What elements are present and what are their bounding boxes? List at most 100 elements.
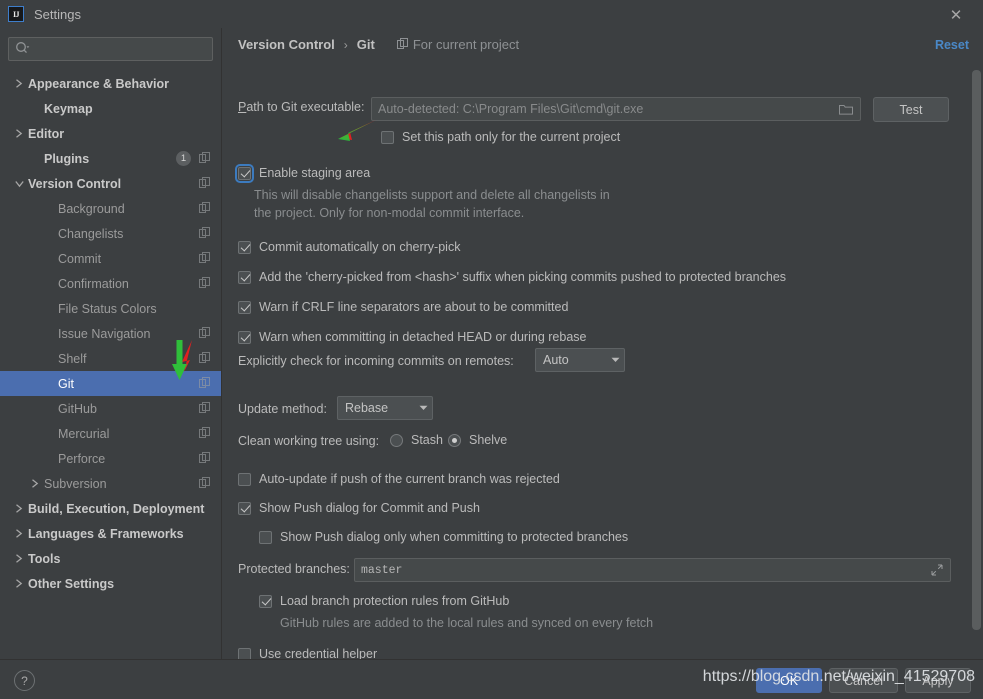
copy-settings-icon[interactable]: [199, 477, 210, 491]
copy-settings-icon[interactable]: [199, 377, 210, 391]
credential-helper-checkbox-row[interactable]: Use credential helper: [238, 647, 377, 659]
sidebar-item-background[interactable]: Background: [0, 196, 221, 221]
copy-settings-icon[interactable]: [199, 152, 210, 166]
enable-staging-area-checkbox-row[interactable]: Enable staging area: [238, 166, 370, 180]
sidebar-item-perforce[interactable]: Perforce: [0, 446, 221, 471]
show-push-protected-label: Show Push dialog only when committing to…: [280, 530, 628, 544]
apply-button[interactable]: Apply: [905, 668, 971, 693]
sidebar-item-github[interactable]: GitHub: [0, 396, 221, 421]
sidebar-item-editor[interactable]: Editor: [0, 121, 221, 146]
settings-tree: Appearance & BehaviorKeymapEditorPlugins…: [0, 67, 221, 596]
chevron-right-icon[interactable]: [12, 79, 26, 88]
git-option-checkbox-row-2[interactable]: Warn if CRLF line separators are about t…: [238, 300, 568, 314]
chevron-right-icon[interactable]: [12, 579, 26, 588]
chevron-right-icon[interactable]: [28, 479, 42, 488]
reset-link[interactable]: Reset: [935, 38, 969, 52]
sidebar-item-tools[interactable]: Tools: [0, 546, 221, 571]
sidebar-item-issue-navigation[interactable]: Issue Navigation: [0, 321, 221, 346]
copy-settings-icon[interactable]: [199, 202, 210, 216]
folder-browse-icon[interactable]: [839, 103, 853, 118]
git-option-checkbox-row-3[interactable]: Warn when committing in detached HEAD or…: [238, 330, 586, 344]
search-input[interactable]: [33, 41, 203, 57]
shelve-radio[interactable]: [448, 434, 461, 447]
load-branch-rules-checkbox-row[interactable]: Load branch protection rules from GitHub: [259, 594, 509, 608]
help-button[interactable]: ?: [14, 670, 35, 691]
credential-helper-checkbox[interactable]: [238, 648, 251, 660]
sidebar-item-plugins[interactable]: Plugins1: [0, 146, 221, 171]
update-method-select[interactable]: Rebase: [337, 396, 433, 420]
sidebar-item-changelists[interactable]: Changelists: [0, 221, 221, 246]
git-option-checkbox-3[interactable]: [238, 331, 251, 344]
copy-settings-icon[interactable]: [199, 277, 210, 291]
copy-settings-icon[interactable]: [199, 327, 210, 341]
intellij-logo-icon: IJ: [8, 6, 24, 22]
stash-label: Stash: [411, 433, 443, 447]
breadcrumb-parent[interactable]: Version Control: [238, 37, 335, 52]
protected-branches-field[interactable]: master: [354, 558, 951, 582]
enable-staging-area-checkbox[interactable]: [238, 167, 251, 180]
title-bar: IJ Settings ✕: [0, 0, 983, 28]
sidebar-item-confirmation[interactable]: Confirmation: [0, 271, 221, 296]
test-button[interactable]: Test: [873, 97, 949, 122]
chevron-right-icon[interactable]: [12, 554, 26, 563]
plugin-update-badge: 1: [176, 151, 191, 166]
sidebar-item-other-settings[interactable]: Other Settings: [0, 571, 221, 596]
auto-update-checkbox[interactable]: [238, 473, 251, 486]
git-option-checkbox-2[interactable]: [238, 301, 251, 314]
chevron-right-icon[interactable]: [12, 529, 26, 538]
copy-settings-icon[interactable]: [199, 352, 210, 366]
clean-tree-option-shelve[interactable]: Shelve: [448, 433, 507, 447]
sidebar-item-label: Mercurial: [58, 427, 109, 441]
main-scrollbar-thumb[interactable]: [972, 70, 981, 630]
sidebar-item-git[interactable]: Git: [0, 371, 221, 396]
sidebar-item-build-execution-deployment[interactable]: Build, Execution, Deployment: [0, 496, 221, 521]
incoming-commits-value: Auto: [543, 353, 606, 367]
sidebar-item-mercurial[interactable]: Mercurial: [0, 421, 221, 446]
sidebar-item-subversion[interactable]: Subversion: [0, 471, 221, 496]
show-push-dialog-checkbox-row[interactable]: Show Push dialog for Commit and Push: [238, 501, 480, 515]
git-option-checkbox-row-0[interactable]: Commit automatically on cherry-pick: [238, 240, 460, 254]
sidebar-item-shelf[interactable]: Shelf: [0, 346, 221, 371]
show-push-dialog-checkbox[interactable]: [238, 502, 251, 515]
git-option-checkbox-1[interactable]: [238, 271, 251, 284]
chevron-right-icon[interactable]: [12, 129, 26, 138]
expand-editor-icon[interactable]: [931, 564, 943, 579]
show-push-protected-checkbox[interactable]: [259, 531, 272, 544]
chevron-down-icon: [414, 405, 432, 411]
clean-tree-option-stash[interactable]: Stash: [390, 433, 443, 447]
copy-settings-icon[interactable]: [199, 227, 210, 241]
chevron-right-icon[interactable]: [12, 504, 26, 513]
copy-settings-icon[interactable]: [199, 402, 210, 416]
update-method-label: Update method:: [238, 402, 327, 416]
copy-settings-icon[interactable]: [199, 252, 210, 266]
sidebar-item-file-status-colors[interactable]: File Status Colors: [0, 296, 221, 321]
copy-settings-icon[interactable]: [199, 452, 210, 466]
cancel-button[interactable]: Cancel: [829, 668, 898, 693]
sidebar-item-commit[interactable]: Commit: [0, 246, 221, 271]
main-scrollbar[interactable]: [972, 70, 981, 645]
git-option-checkbox-row-1[interactable]: Add the 'cherry-picked from <hash>' suff…: [238, 270, 786, 284]
auto-update-checkbox-row[interactable]: Auto-update if push of the current branc…: [238, 472, 560, 486]
stash-radio[interactable]: [390, 434, 403, 447]
copy-settings-icon[interactable]: [199, 177, 210, 191]
git-path-field[interactable]: Auto-detected: C:\Program Files\Git\cmd\…: [371, 97, 861, 121]
chevron-down-icon[interactable]: [12, 180, 26, 188]
close-icon[interactable]: ✕: [947, 6, 965, 24]
set-path-only-checkbox[interactable]: [381, 131, 394, 144]
sidebar-item-label: Perforce: [58, 452, 105, 466]
git-path-placeholder: Auto-detected: C:\Program Files\Git\cmd\…: [378, 102, 643, 116]
sidebar-item-keymap[interactable]: Keymap: [0, 96, 221, 121]
incoming-commits-select[interactable]: Auto: [535, 348, 625, 372]
copy-settings-icon[interactable]: [199, 427, 210, 441]
sidebar-item-appearance-behavior[interactable]: Appearance & Behavior: [0, 71, 221, 96]
load-branch-rules-checkbox[interactable]: [259, 595, 272, 608]
git-option-checkbox-0[interactable]: [238, 241, 251, 254]
set-path-only-checkbox-row[interactable]: Set this path only for the current proje…: [381, 130, 620, 144]
search-box[interactable]: [8, 37, 213, 61]
shelve-label: Shelve: [469, 433, 507, 447]
ok-button[interactable]: OK: [756, 668, 822, 693]
sidebar-item-languages-frameworks[interactable]: Languages & Frameworks: [0, 521, 221, 546]
show-push-protected-checkbox-row[interactable]: Show Push dialog only when committing to…: [259, 530, 628, 544]
settings-dialog: IJ Settings ✕ Appearance & BehaviorKeyma…: [0, 0, 983, 699]
sidebar-item-version-control[interactable]: Version Control: [0, 171, 221, 196]
